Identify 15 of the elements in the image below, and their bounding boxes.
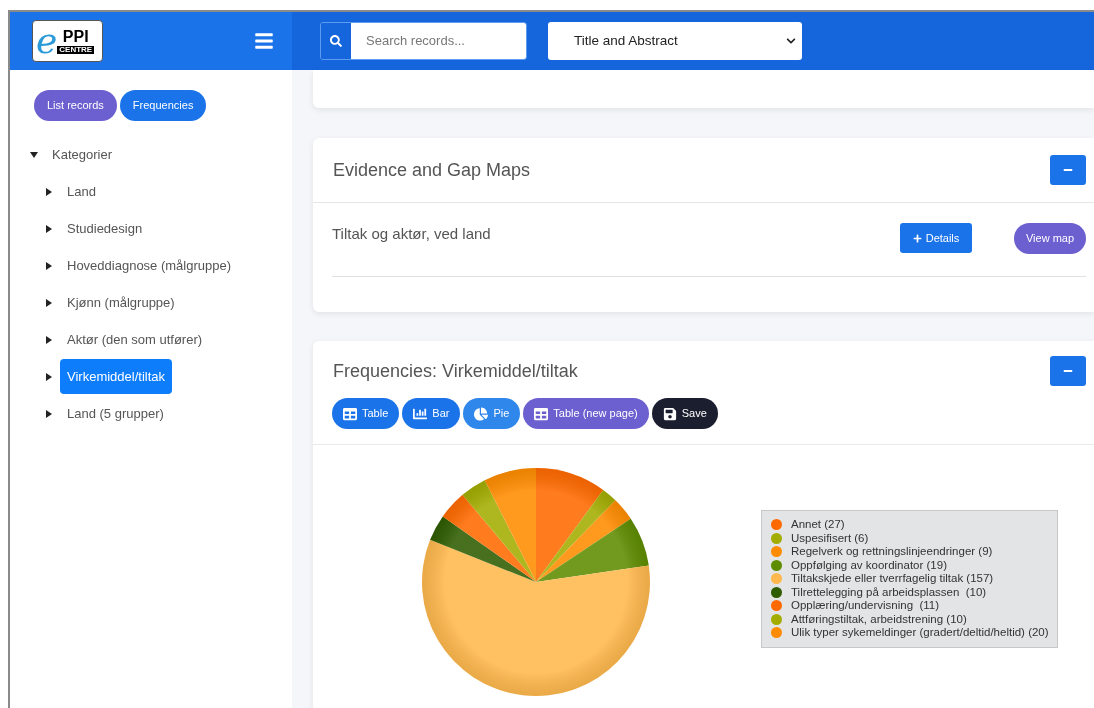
card-title: Evidence and Gap Maps xyxy=(333,158,531,182)
logo-text: PPI xyxy=(62,28,89,45)
logo-subtext: CENTRE xyxy=(57,45,95,54)
legend-label: Uspesifisert (6) xyxy=(791,532,869,544)
card-title: Frequencies: Virkemiddel/tiltak xyxy=(333,359,578,383)
legend-label: Oppfølging av koordinator (19) xyxy=(791,559,947,571)
legend-label: Opplæring/undervisning (11) xyxy=(791,600,940,612)
map-name: Tiltak og aktør, ved land xyxy=(332,224,492,244)
legend-label: Ulik typer sykemeldinger (gradert/deltid/heltid) (20) xyxy=(791,627,1049,639)
legend-label: Regelverk og rettningslinjeendringer (9) xyxy=(791,546,993,558)
legend-label: Annet (27) xyxy=(791,519,845,531)
legend-label: Tilrettelegging på arbeidsplassen (10) xyxy=(791,586,987,598)
legend-label: Attføringstiltak, arbeidstrening (10) xyxy=(791,613,967,625)
legend-label: Tiltakskjede eller tverrfagelig tiltak (157) xyxy=(791,573,994,585)
logo-letter: e xyxy=(36,23,58,59)
